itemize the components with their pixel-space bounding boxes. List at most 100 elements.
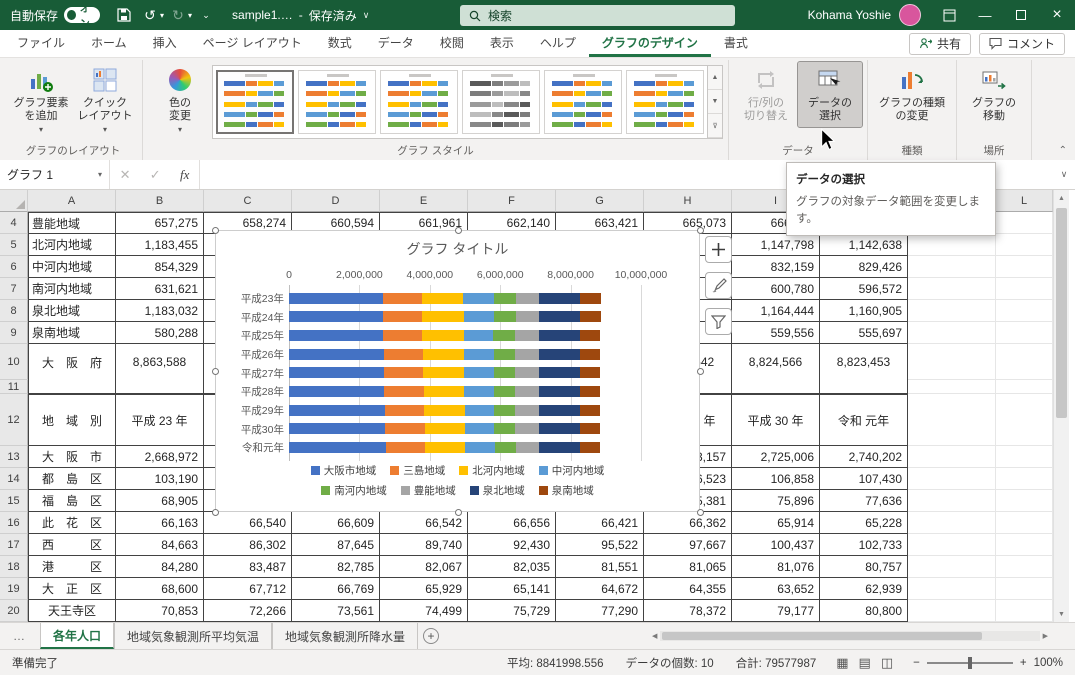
chart-style-thumbnail-6[interactable] [626, 70, 704, 134]
cell-I11[interactable] [732, 380, 820, 394]
stacked-bar[interactable] [289, 442, 600, 453]
cell-J19[interactable]: 62,939 [820, 578, 908, 600]
cell-L13[interactable] [996, 446, 1053, 468]
horizontal-scrollbar[interactable]: ◀ ▶ [652, 630, 1048, 642]
cell-A10[interactable]: 大 阪 府 [28, 344, 116, 380]
bar-segment-大阪市地域[interactable] [289, 349, 384, 360]
row-header-9[interactable]: 9 [0, 322, 28, 344]
cell-I20[interactable]: 79,177 [732, 600, 820, 622]
cell-A8[interactable]: 泉北地域 [28, 300, 116, 322]
selection-handle[interactable] [212, 227, 219, 234]
cell-G20[interactable]: 77,290 [556, 600, 644, 622]
cell-J10[interactable]: 8,823,453 [820, 344, 908, 380]
cell-J9[interactable]: 555,697 [820, 322, 908, 344]
chart-object[interactable]: グラフ タイトル 02,000,0004,000,0006,000,0008,0… [215, 230, 700, 512]
cell-K20[interactable] [908, 600, 996, 622]
cell-L16[interactable] [996, 512, 1053, 534]
add-chart-element-button[interactable]: グラフ要素 を追加 ▾ [9, 62, 73, 139]
bar-segment-三島地域[interactable] [386, 442, 426, 453]
bar-segment-泉北地域[interactable] [539, 293, 581, 304]
cell-A5[interactable]: 北河内地域 [28, 234, 116, 256]
enter-icon[interactable]: ✓ [150, 167, 161, 183]
cell-H20[interactable]: 78,372 [644, 600, 732, 622]
cell-I14[interactable]: 106,858 [732, 468, 820, 490]
cell-K7[interactable] [908, 278, 996, 300]
cell-F18[interactable]: 82,035 [468, 556, 556, 578]
cell-K8[interactable] [908, 300, 996, 322]
bar-segment-三島地域[interactable] [383, 311, 422, 322]
row-header-14[interactable]: 14 [0, 468, 28, 490]
user-name[interactable]: Kohama Yoshie [808, 8, 891, 22]
selection-handle[interactable] [455, 509, 462, 516]
bar-segment-泉北地域[interactable] [539, 349, 580, 360]
chart-style-thumbnail-1[interactable] [216, 70, 294, 134]
row-header-8[interactable]: 8 [0, 300, 28, 322]
cell-K5[interactable] [908, 234, 996, 256]
ribbon-display-options-icon[interactable] [931, 0, 967, 30]
column-header-G[interactable]: G [556, 190, 644, 212]
scroll-left-icon[interactable]: ◀ [652, 632, 657, 640]
redo-icon[interactable]: ↻ [166, 3, 190, 27]
bar-segment-豊能地域[interactable] [515, 386, 538, 397]
cell-B6[interactable]: 854,329 [116, 256, 204, 278]
cell-B11[interactable] [116, 380, 204, 394]
cell-F19[interactable]: 65,141 [468, 578, 556, 600]
bar-segment-南河内地域[interactable] [494, 386, 515, 397]
bar-segment-豊能地域[interactable] [516, 311, 539, 322]
saved-status-chevron-icon[interactable]: ∨ [363, 10, 370, 21]
bar-segment-三島地域[interactable] [385, 423, 425, 434]
bar-segment-泉南地域[interactable] [580, 442, 600, 453]
bar-segment-泉南地域[interactable] [580, 423, 600, 434]
bar-segment-大阪市地域[interactable] [289, 386, 384, 397]
cell-B16[interactable]: 66,163 [116, 512, 204, 534]
ribbon-tab-書式[interactable]: 書式 [711, 30, 761, 57]
cell-J15[interactable]: 77,636 [820, 490, 908, 512]
cell-K10[interactable] [908, 344, 996, 380]
bar-segment-三島地域[interactable] [384, 367, 423, 378]
column-header-H[interactable]: H [644, 190, 732, 212]
cell-K15[interactable] [908, 490, 996, 512]
cell-J11[interactable] [820, 380, 908, 394]
bar-segment-三島地域[interactable] [385, 405, 425, 416]
cell-B18[interactable]: 84,280 [116, 556, 204, 578]
stacked-bar[interactable] [289, 293, 601, 304]
bar-segment-泉北地域[interactable] [539, 367, 580, 378]
cell-J5[interactable]: 1,142,638 [820, 234, 908, 256]
undo-dropdown-icon[interactable]: ▾ [160, 11, 164, 20]
bar-segment-泉南地域[interactable] [580, 311, 600, 322]
stacked-bar[interactable] [289, 349, 600, 360]
collapse-ribbon-icon[interactable]: ⌃ [1059, 145, 1067, 156]
normal-view-icon[interactable]: ▦ [836, 655, 848, 671]
cell-B9[interactable]: 580,288 [116, 322, 204, 344]
legend-item-豊能地域[interactable]: 豊能地域 [401, 483, 456, 498]
cell-A13[interactable]: 大 阪 市 [28, 446, 116, 468]
cell-D17[interactable]: 87,645 [292, 534, 380, 556]
bar-segment-大阪市地域[interactable] [289, 330, 383, 341]
row-header-12[interactable]: 12 [0, 394, 28, 446]
cell-A12[interactable]: 地 域 別 [28, 394, 116, 446]
column-header-D[interactable]: D [292, 190, 380, 212]
bar-segment-中河内地域[interactable] [465, 405, 494, 416]
cell-K17[interactable] [908, 534, 996, 556]
move-chart-button[interactable]: グラフの 移動 [962, 62, 1026, 127]
cell-J17[interactable]: 102,733 [820, 534, 908, 556]
bar-segment-中河内地域[interactable] [464, 349, 494, 360]
cell-K9[interactable] [908, 322, 996, 344]
cell-L17[interactable] [996, 534, 1053, 556]
cell-K13[interactable] [908, 446, 996, 468]
bar-segment-大阪市地域[interactable] [289, 367, 384, 378]
bar-segment-泉南地域[interactable] [580, 386, 600, 397]
ribbon-tab-データ[interactable]: データ [365, 30, 427, 57]
cell-I13[interactable]: 2,725,006 [732, 446, 820, 468]
cell-C20[interactable]: 72,266 [204, 600, 292, 622]
cell-E17[interactable]: 89,740 [380, 534, 468, 556]
zoom-slider[interactable] [927, 662, 1013, 664]
chart-elements-button[interactable] [705, 236, 732, 263]
ribbon-tab-ページ レイアウト[interactable]: ページ レイアウト [190, 30, 315, 57]
bar-segment-豊能地域[interactable] [516, 442, 540, 453]
row-header-11[interactable]: 11 [0, 380, 28, 394]
bar-segment-中河内地域[interactable] [464, 311, 494, 322]
stacked-bar[interactable] [289, 330, 600, 341]
column-header-A[interactable]: A [28, 190, 116, 212]
bar-segment-南河内地域[interactable] [495, 442, 516, 453]
